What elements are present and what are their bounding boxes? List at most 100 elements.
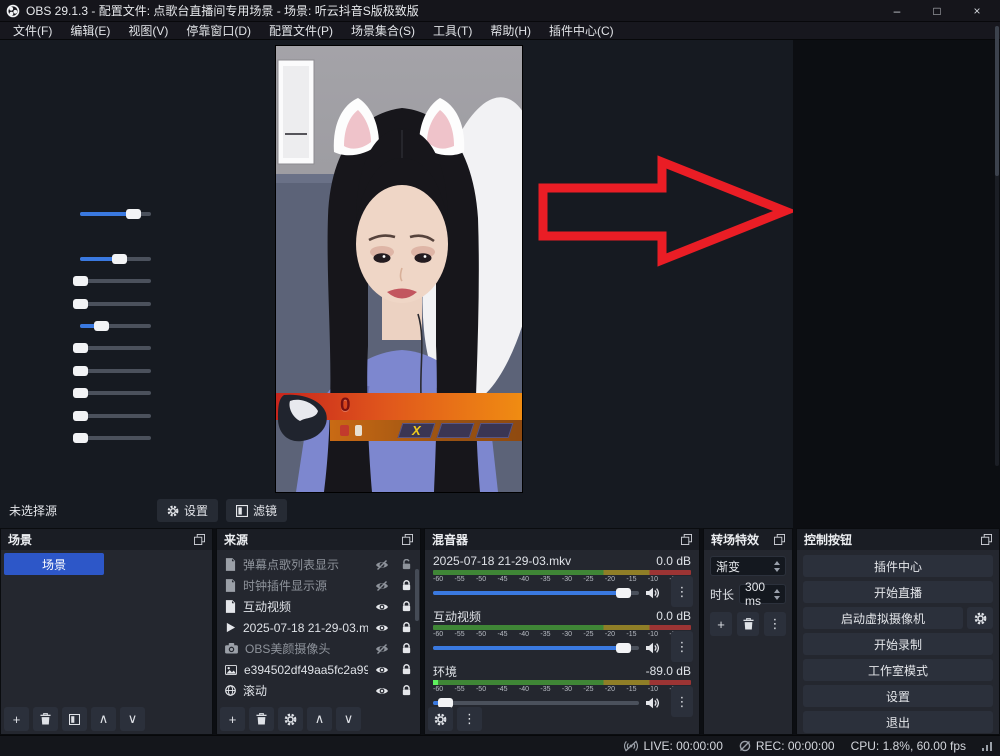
file-icon xyxy=(225,579,236,592)
lock-icon[interactable] xyxy=(401,643,412,654)
unlock-icon[interactable] xyxy=(401,559,412,570)
source-settings-button[interactable]: 设置 xyxy=(157,499,218,522)
settings-button[interactable]: 设置 xyxy=(803,685,993,707)
start-streaming-button[interactable]: 开始直播 xyxy=(803,581,993,603)
scene-list-item[interactable]: 场景 xyxy=(4,553,104,575)
eye-icon[interactable] xyxy=(375,623,389,633)
lock-icon[interactable] xyxy=(401,685,412,696)
popout-icon[interactable] xyxy=(981,534,992,545)
eye-icon[interactable] xyxy=(375,602,389,612)
remove-scene-button[interactable] xyxy=(33,707,58,731)
add-source-button[interactable]: + xyxy=(220,707,245,731)
smooth-slider[interactable] xyxy=(80,206,151,224)
lock-icon[interactable] xyxy=(401,664,412,675)
add-transition-button[interactable]: + xyxy=(710,612,732,636)
lock-icon[interactable] xyxy=(401,622,412,633)
transitions-header: 转场特效 xyxy=(704,529,792,550)
eye-off-icon[interactable] xyxy=(375,644,389,654)
dark-circles-slider[interactable] xyxy=(80,408,151,426)
transition-menu-button[interactable]: ⋮ xyxy=(764,612,786,636)
lock-icon[interactable] xyxy=(401,601,412,612)
minimize-button[interactable]: – xyxy=(880,1,914,21)
live-status: LIVE: 00:00:00 xyxy=(624,739,722,753)
source-row[interactable]: 2025-07-18 21-29-03.mkv xyxy=(217,617,420,638)
source-row[interactable]: e394502df49aa5fc2a99cd2e7c xyxy=(217,659,420,680)
menu-scene-collection[interactable]: 场景集合(S) xyxy=(342,22,424,40)
source-properties-button[interactable] xyxy=(278,707,303,731)
duration-stepper[interactable]: 300 ms xyxy=(739,584,786,604)
channel-menu-button[interactable]: ⋮ xyxy=(671,631,693,662)
eye-off-icon[interactable] xyxy=(375,581,389,591)
studio-mode-button[interactable]: 工作室模式 xyxy=(803,659,993,681)
exit-button[interactable]: 退出 xyxy=(803,711,993,733)
menu-tools[interactable]: 工具(T) xyxy=(424,22,481,40)
source-row[interactable]: 时钟插件显示源 xyxy=(217,575,420,596)
close-button[interactable]: × xyxy=(960,1,994,21)
advanced-audio-button[interactable] xyxy=(428,707,453,731)
menu-plugin-center[interactable]: 插件中心(C) xyxy=(540,22,623,40)
popout-icon[interactable] xyxy=(774,534,785,545)
source-row[interactable]: 弹幕点歌列表显示 xyxy=(217,554,420,575)
transition-select[interactable]: 渐变 xyxy=(710,556,786,576)
move-scene-up-button[interactable]: ∧ xyxy=(91,707,116,731)
trash-icon xyxy=(256,713,267,725)
speaker-icon[interactable] xyxy=(645,697,659,709)
clarity-slider[interactable] xyxy=(80,273,151,291)
move-scene-down-button[interactable]: ∨ xyxy=(120,707,145,731)
scrollbar[interactable] xyxy=(995,26,999,466)
teeth-slider[interactable] xyxy=(80,385,151,403)
maximize-button[interactable]: □ xyxy=(920,1,954,21)
popout-icon[interactable] xyxy=(194,534,205,545)
speaker-icon[interactable] xyxy=(645,587,659,599)
source-row[interactable]: 互动视频 xyxy=(217,596,420,617)
statusbar: LIVE: 00:00:00 REC: 00:00:00 CPU: 1.8%, … xyxy=(0,735,1000,756)
nasolabial-slider[interactable] xyxy=(80,430,151,448)
source-row[interactable]: 滚动 xyxy=(217,680,420,701)
menu-docks[interactable]: 停靠窗口(D) xyxy=(177,22,260,40)
move-source-down-button[interactable]: ∨ xyxy=(336,707,361,731)
remove-transition-button[interactable] xyxy=(737,612,759,636)
scrollbar[interactable] xyxy=(415,569,419,621)
lock-icon[interactable] xyxy=(401,580,412,591)
eye-icon[interactable] xyxy=(375,686,389,696)
scene-filters-button[interactable] xyxy=(62,707,87,731)
channel-menu-button[interactable]: ⋮ xyxy=(671,576,693,607)
start-recording-button[interactable]: 开始录制 xyxy=(803,633,993,655)
sources-panel: 来源 弹幕点歌列表显示 时钟插件显示源 互动视频 2025-07-18 21- xyxy=(216,528,421,735)
camera-icon xyxy=(225,643,238,654)
rosy-slider[interactable] xyxy=(80,318,151,336)
channel-menu-button[interactable]: ⋮ xyxy=(671,686,693,717)
speaker-icon[interactable] xyxy=(645,642,659,654)
source-filters-button[interactable]: 滤镜 xyxy=(226,499,287,522)
mixer-menu-button[interactable]: ⋮ xyxy=(457,707,482,731)
menu-edit[interactable]: 编辑(E) xyxy=(61,22,119,40)
volume-slider[interactable] xyxy=(433,585,639,601)
facial-3d-slider[interactable] xyxy=(80,340,151,358)
move-source-up-button[interactable]: ∧ xyxy=(307,707,332,731)
add-scene-button[interactable]: + xyxy=(4,707,29,731)
source-properties-bar: 未选择源 设置 滤镜 xyxy=(0,493,793,528)
blemish-slider[interactable] xyxy=(80,296,151,314)
plugin-center-button[interactable]: 插件中心 xyxy=(803,555,993,577)
whiten-slider[interactable] xyxy=(80,251,151,269)
sources-title: 来源 xyxy=(224,531,248,548)
popout-icon[interactable] xyxy=(402,534,413,545)
channel-db-value: 0.0 dB xyxy=(656,554,691,568)
remove-source-button[interactable] xyxy=(249,707,274,731)
menu-help[interactable]: 帮助(H) xyxy=(481,22,540,40)
volume-slider[interactable] xyxy=(433,640,639,656)
eye-icon[interactable] xyxy=(375,665,389,675)
menu-profile[interactable]: 配置文件(P) xyxy=(260,22,342,40)
vu-meter xyxy=(433,680,691,685)
eye-off-icon[interactable] xyxy=(375,560,389,570)
bright-eyes-slider[interactable] xyxy=(80,363,151,381)
popout-icon[interactable] xyxy=(681,534,692,545)
source-name: 滚动 xyxy=(243,682,368,699)
source-row[interactable]: OBS美颜摄像头 xyxy=(217,638,420,659)
start-virtual-camera-button[interactable]: 启动虚拟摄像机 xyxy=(803,607,963,629)
menu-view[interactable]: 视图(V) xyxy=(119,22,177,40)
mixer-header: 混音器 xyxy=(425,529,699,550)
meter-scale: -60-55-50-45-40-35-30-25-20-15-10-50 xyxy=(433,575,691,584)
virtual-camera-settings-button[interactable] xyxy=(967,607,993,629)
menu-file[interactable]: 文件(F) xyxy=(4,22,61,40)
